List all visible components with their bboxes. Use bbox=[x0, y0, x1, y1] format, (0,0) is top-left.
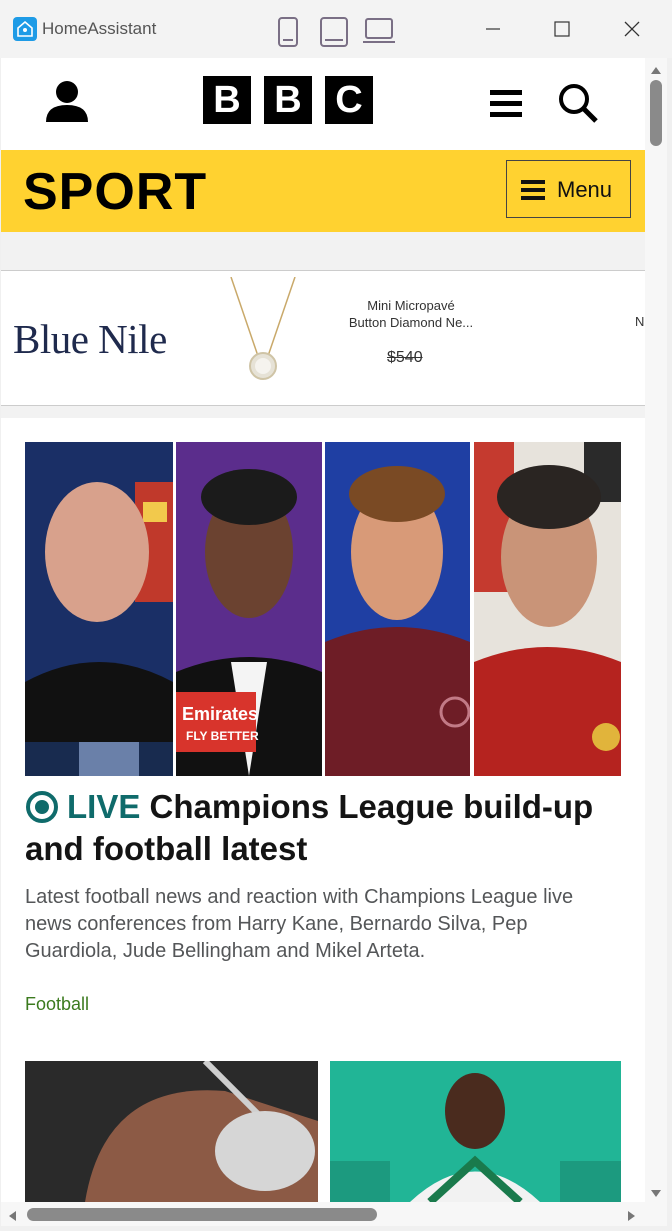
window-edge bbox=[667, 58, 672, 1231]
scrollbar-corner bbox=[645, 1202, 667, 1226]
phone-view-icon[interactable] bbox=[277, 16, 299, 53]
ad-product-title-line: Mini Micropavé bbox=[367, 298, 455, 313]
story-thumbnail-fencing[interactable] bbox=[25, 1061, 318, 1202]
live-indicator-icon bbox=[25, 790, 59, 824]
article-headline[interactable]: LIVE Champions League build-up and footb… bbox=[25, 786, 621, 870]
laptop-view-icon[interactable] bbox=[362, 16, 396, 51]
maximize-icon[interactable] bbox=[547, 14, 577, 44]
window-titlebar: HomeAssistant bbox=[0, 0, 672, 58]
sport-title[interactable]: SPORT bbox=[23, 162, 207, 222]
article-summary: Latest football news and reaction with C… bbox=[25, 886, 574, 962]
topic-tag-link[interactable]: Football bbox=[25, 994, 89, 1015]
home-assistant-icon bbox=[13, 17, 37, 41]
advert-banner[interactable]: Blue Nile Mini Micropavé Button Diamond … bbox=[1, 270, 645, 406]
horizontal-scrollbar[interactable] bbox=[1, 1202, 645, 1226]
vertical-scrollbar[interactable] bbox=[645, 58, 667, 1202]
vertical-scroll-thumb[interactable] bbox=[650, 80, 662, 146]
minimize-icon[interactable] bbox=[478, 14, 508, 44]
scroll-left-icon[interactable] bbox=[7, 1209, 17, 1227]
necklace-image[interactable] bbox=[223, 276, 303, 392]
ad-product-title[interactable]: Mini Micropavé Button Diamond Ne... bbox=[331, 297, 491, 331]
spacer bbox=[1, 232, 645, 270]
window-title: HomeAssistant bbox=[42, 19, 157, 38]
page-viewport: B B C SPORT Menu Blue Nile Mini Micropav… bbox=[1, 58, 645, 1202]
svg-text:Emirates: Emirates bbox=[182, 704, 258, 724]
photo-kane bbox=[325, 442, 470, 776]
bbc-header: B B C bbox=[1, 58, 645, 150]
account-icon[interactable] bbox=[43, 78, 91, 129]
hero-image[interactable]: Emirates FLY BETTER bbox=[25, 442, 621, 776]
hamburger-icon[interactable] bbox=[490, 88, 522, 123]
live-label: LIVE bbox=[67, 788, 141, 825]
ad-price: $540 bbox=[387, 349, 423, 366]
sport-banner: SPORT Menu bbox=[1, 150, 645, 232]
horizontal-scroll-thumb[interactable] bbox=[27, 1208, 377, 1221]
bbc-logo-letter: B bbox=[264, 76, 312, 124]
story-thumbnail-bremen[interactable] bbox=[330, 1061, 621, 1202]
close-icon[interactable] bbox=[617, 14, 647, 44]
ad-brand-logo[interactable]: Blue Nile bbox=[13, 315, 167, 363]
menu-button[interactable]: Menu bbox=[506, 160, 631, 218]
scroll-up-icon[interactable] bbox=[650, 62, 662, 80]
photo-guardiola bbox=[25, 442, 173, 776]
spacer bbox=[1, 406, 645, 418]
photo-bellingham: Emirates FLY BETTER bbox=[176, 442, 322, 776]
search-icon[interactable] bbox=[557, 82, 599, 129]
menu-hamburger-icon bbox=[521, 179, 545, 206]
bbc-logo-letter: B bbox=[203, 76, 251, 124]
ad-product-title-line: Button Diamond Ne... bbox=[348, 315, 474, 330]
photo-arteta bbox=[474, 442, 621, 776]
bbc-logo-letter: C bbox=[325, 76, 373, 124]
svg-text:FLY BETTER: FLY BETTER bbox=[186, 729, 259, 743]
scroll-right-icon[interactable] bbox=[627, 1209, 637, 1227]
ad-next-item[interactable]: N bbox=[635, 314, 644, 329]
tablet-view-icon[interactable] bbox=[319, 16, 349, 53]
menu-label: Menu bbox=[557, 177, 613, 202]
